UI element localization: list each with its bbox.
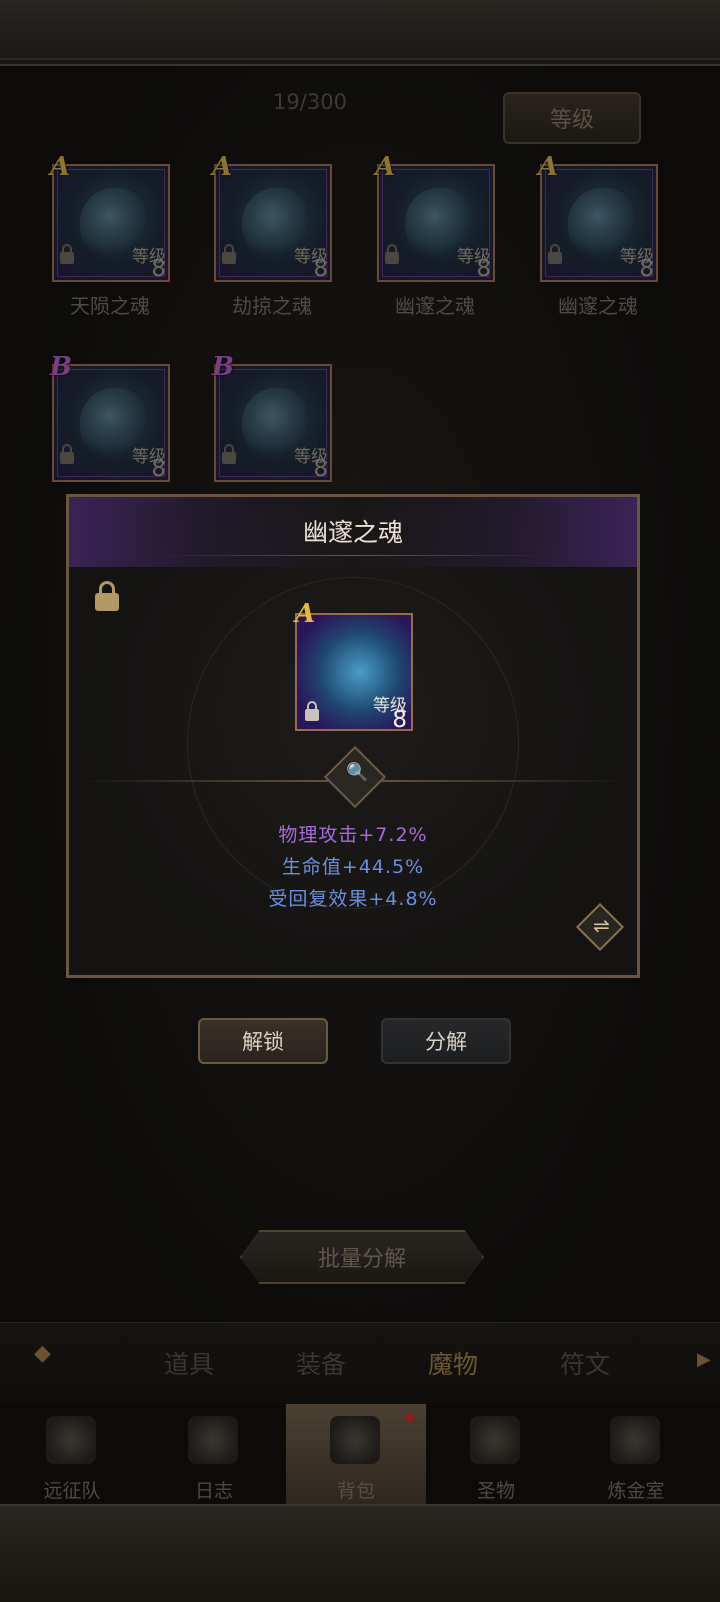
inventory-count: 19/300: [273, 90, 347, 114]
nav-label: 背包: [336, 1480, 375, 1502]
viking-helmet-icon: [46, 1416, 96, 1464]
stats-list: 物理攻击+7.2% 生命值+44.5% 受回复效果+4.8%: [69, 819, 637, 915]
stat-physical-attack: 物理攻击+7.2%: [278, 824, 428, 846]
swap-icon: ⇌: [593, 913, 610, 938]
inventory-card[interactable]: B 等级 8: [212, 352, 372, 516]
lock-icon: [222, 444, 236, 464]
soul-detail-panel: 幽邃之魂 A 等级 8 🔍 物理攻击+7.2% 生命值+44.5% 受回复效果+…: [66, 494, 640, 978]
search-icon: 🔍: [346, 761, 369, 783]
card-name: 幽邃之魂: [558, 294, 638, 318]
lock-icon: [548, 244, 562, 264]
sort-by-level-button[interactable]: 等级: [503, 92, 641, 144]
inventory-card[interactable]: B 等级 8: [50, 352, 210, 516]
inventory-card[interactable]: A 等级 8 劫掠之魂: [212, 152, 372, 318]
card-name: 天陨之魂: [70, 294, 150, 318]
grade-badge: B: [50, 352, 72, 382]
tab-runes[interactable]: 符文: [560, 1345, 610, 1381]
level-value: 8: [151, 456, 166, 482]
inventory-card[interactable]: A 等级 8 天陨之魂: [50, 152, 210, 318]
level-value: 8: [392, 707, 407, 733]
level-value: 8: [639, 256, 654, 282]
notification-dot: [406, 1414, 414, 1422]
inventory-card[interactable]: A 等级 8 幽邃之魂: [538, 152, 698, 318]
inventory-card[interactable]: A 等级 8 幽邃之魂: [375, 152, 535, 318]
grade-badge: A: [50, 152, 71, 182]
nav-expedition[interactable]: 远征队: [2, 1404, 142, 1504]
category-tabs: ◆ 道具 装备 魔物 符文 ▶: [0, 1322, 720, 1403]
grade-badge: A: [538, 152, 559, 182]
level-value: 8: [313, 256, 328, 282]
lock-icon: [385, 244, 399, 264]
tab-monsters[interactable]: 魔物: [428, 1345, 478, 1381]
nav-journal[interactable]: 日志: [144, 1404, 284, 1504]
grade-badge: A: [375, 152, 396, 182]
lock-icon: [222, 244, 236, 264]
tab-items[interactable]: 道具: [164, 1345, 214, 1381]
alchemy-icon: [610, 1416, 660, 1464]
back-arrow-icon[interactable]: ◆: [34, 1341, 114, 1373]
title-divider: [153, 555, 553, 556]
top-frame: [0, 0, 720, 66]
scroll-right-icon[interactable]: ▶: [697, 1349, 711, 1370]
tab-equipment[interactable]: 装备: [296, 1345, 346, 1381]
grade-badge: A: [212, 152, 233, 182]
nav-relics[interactable]: 圣物: [426, 1404, 566, 1504]
nav-label: 炼金室: [607, 1480, 665, 1502]
grade-badge: B: [212, 352, 234, 382]
chalice-icon: [470, 1416, 520, 1464]
card-name: 幽邃之魂: [395, 294, 475, 318]
nav-alchemy[interactable]: 炼金室: [566, 1404, 706, 1504]
bottom-navigation: 远征队 日志 背包 圣物 炼金室: [0, 1404, 720, 1504]
batch-decompose-button[interactable]: 批量分解: [240, 1230, 484, 1284]
card-name: 劫掠之魂: [232, 294, 312, 318]
scroll-icon: [188, 1416, 238, 1464]
nav-label: 圣物: [476, 1480, 515, 1502]
level-value: 8: [313, 456, 328, 482]
level-value: 8: [476, 256, 491, 282]
nav-label: 日志: [194, 1480, 233, 1502]
unlock-button[interactable]: 解锁: [198, 1018, 328, 1064]
decompose-button[interactable]: 分解: [381, 1018, 511, 1064]
nav-label: 远征队: [43, 1480, 101, 1502]
level-value: 8: [151, 256, 166, 282]
stat-hp: 生命值+44.5%: [281, 856, 425, 878]
lock-icon: [60, 444, 74, 464]
nav-backpack[interactable]: 背包: [286, 1404, 426, 1504]
lock-icon: [305, 701, 319, 721]
detail-title: 幽邃之魂: [302, 518, 403, 547]
bottom-frame: [0, 1504, 720, 1602]
stat-heal-received: 受回复效果+4.8%: [268, 888, 438, 910]
grade-badge: A: [295, 599, 316, 629]
backpack-icon: [330, 1416, 380, 1464]
lock-icon: [60, 244, 74, 264]
selected-soul-card: A 等级 8: [295, 599, 413, 733]
lock-toggle-icon[interactable]: [95, 581, 119, 611]
